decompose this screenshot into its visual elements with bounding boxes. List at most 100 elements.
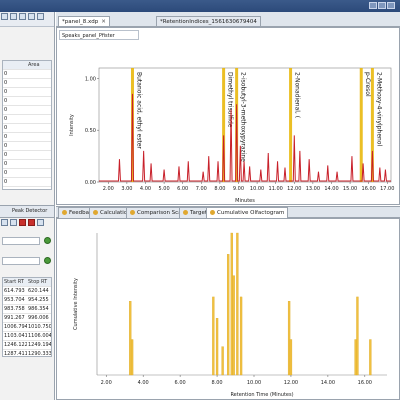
table-row[interactable]: 953.704 954.255 bbox=[3, 296, 51, 305]
table-row[interactable]: 0 bbox=[3, 142, 51, 151]
area-table: Area 0 0 0 0 0 0 0 0 0 0 0 0 0 bbox=[2, 60, 52, 190]
add-icon[interactable] bbox=[10, 219, 17, 226]
table-cell bbox=[27, 178, 51, 186]
table-cell: 0 bbox=[4, 107, 8, 113]
column-header[interactable]: Start RT bbox=[3, 278, 27, 286]
table-cell: 614.793 bbox=[4, 288, 25, 294]
table-row[interactable]: 0 bbox=[3, 160, 51, 169]
olfactogram-bar bbox=[236, 232, 239, 376]
table-cell: 0 bbox=[4, 179, 8, 185]
marker-label: Butanoic acid, ethyl ester bbox=[135, 72, 142, 149]
tool-icon[interactable] bbox=[28, 13, 35, 20]
tab-panel-file[interactable]: *panel_8.xdp ✕ bbox=[58, 16, 110, 26]
marker-label: 2-Nonadienal, ( bbox=[294, 72, 301, 118]
tab-label: Cumulative Olfactogram bbox=[217, 210, 285, 216]
table-row[interactable]: 0 bbox=[3, 133, 51, 142]
table-row[interactable]: 0 bbox=[3, 97, 51, 106]
close-icon[interactable] bbox=[387, 2, 395, 9]
edit-icon[interactable] bbox=[1, 219, 8, 226]
table-row[interactable]: 0 bbox=[3, 88, 51, 97]
chromatogram-panel: Speaks_panel_Pfister Butanoic acid, ethy… bbox=[56, 27, 400, 205]
tool-icon[interactable] bbox=[37, 13, 44, 20]
x-tick-label: 6.00 bbox=[175, 380, 186, 386]
delete-all-icon[interactable] bbox=[28, 219, 35, 226]
x-tick-label: 16.00 bbox=[362, 186, 376, 192]
x-tick-label: 6.00 bbox=[177, 186, 188, 192]
tool-icon[interactable] bbox=[19, 13, 26, 20]
table-row[interactable]: 0 bbox=[3, 151, 51, 160]
table-row[interactable]: 1006.794 1010.750 bbox=[3, 323, 51, 332]
cumulative-olfactogram-chart[interactable]: 2.00 4.00 6.00 8.00 10.00 12.00 14.00 16.00 Rete… bbox=[57, 219, 399, 399]
peak-toolbar bbox=[0, 218, 54, 230]
maximize-icon[interactable] bbox=[378, 2, 386, 9]
editor-tab-bar: *panel_8.xdp ✕ *RetentionIndices_15616306… bbox=[56, 12, 400, 27]
table-row[interactable]: 991.267 996.006 bbox=[3, 314, 51, 323]
olfactogram-panel: 2.00 4.00 6.00 8.00 10.00 12.00 14.00 16.00 Rete… bbox=[56, 218, 400, 400]
settings-icon[interactable] bbox=[37, 219, 44, 226]
table-row[interactable]: 0 bbox=[3, 106, 51, 115]
table-row[interactable]: 1246.122 1249.194 bbox=[3, 341, 51, 350]
x-tick-label: 16.00 bbox=[358, 380, 372, 386]
table-cell: 0 bbox=[4, 89, 8, 95]
x-tick-label: 4.00 bbox=[140, 186, 151, 192]
x-tick-label: 10.00 bbox=[250, 186, 264, 192]
table-row[interactable]: 983.758 986.354 bbox=[3, 305, 51, 314]
panel-title-field[interactable]: Speaks_panel_Pfister bbox=[59, 30, 139, 40]
table-cell: 996.006 bbox=[28, 315, 49, 321]
table-row[interactable]: 0 bbox=[3, 178, 51, 187]
table-row[interactable]: 1287.411 1290.333 bbox=[3, 350, 51, 356]
minimize-icon[interactable] bbox=[369, 2, 377, 9]
y-axis-label: Cumulative Intensity bbox=[73, 278, 79, 330]
view-icon bbox=[183, 210, 188, 215]
peak-table: Start RT Stop RT 614.793 620.144 953.704 95… bbox=[2, 277, 52, 357]
table-cell: 620.144 bbox=[28, 288, 49, 294]
x-tick-label: 12.00 bbox=[287, 186, 301, 192]
peak-filter-input[interactable] bbox=[2, 237, 40, 245]
x-tick-label: 13.00 bbox=[306, 186, 320, 192]
olfactogram-bar bbox=[221, 346, 224, 376]
table-header: Area bbox=[3, 61, 51, 70]
close-icon[interactable]: ✕ bbox=[101, 19, 106, 25]
tool-icon[interactable] bbox=[1, 13, 8, 20]
tool-icon[interactable] bbox=[10, 13, 17, 20]
table-row[interactable]: 0 bbox=[3, 169, 51, 178]
table-row[interactable]: 1103.041 1106.004 bbox=[3, 332, 51, 341]
column-header[interactable]: Area bbox=[27, 61, 51, 69]
peak-value-input[interactable] bbox=[2, 257, 40, 265]
column-header[interactable]: Stop RT bbox=[27, 278, 51, 286]
chromatogram-chart[interactable]: Butanoic acid, ethyl ester Dimethyl trisu… bbox=[59, 60, 399, 206]
x-tick-label: 10.00 bbox=[247, 380, 261, 386]
table-cell bbox=[27, 79, 51, 87]
table-cell: 1006.794 bbox=[4, 324, 27, 330]
table-cell: 0 bbox=[4, 152, 8, 158]
table-cell: 0 bbox=[4, 98, 8, 104]
olfactogram-bar bbox=[130, 339, 134, 376]
y-tick-label: 1.00 bbox=[85, 76, 96, 82]
apply-icon[interactable] bbox=[44, 237, 51, 244]
x-tick-label: 14.00 bbox=[324, 186, 338, 192]
table-cell: 953.704 bbox=[4, 297, 25, 303]
column-header[interactable] bbox=[3, 61, 27, 69]
table-cell bbox=[27, 115, 51, 123]
table-row[interactable]: 614.793 620.144 bbox=[3, 287, 51, 296]
peak-detector-tab[interactable]: Peak Detector bbox=[0, 205, 54, 218]
delete-icon[interactable] bbox=[19, 219, 26, 226]
tab-cumulative-olfactogram[interactable]: Cumulative Olfactogram bbox=[206, 207, 289, 218]
view-icon bbox=[130, 210, 135, 215]
table-cell: 0 bbox=[4, 161, 8, 167]
y-axis-label: Intensity bbox=[69, 114, 75, 136]
apply-icon[interactable] bbox=[44, 257, 51, 264]
table-row[interactable]: 0 bbox=[3, 79, 51, 88]
table-row[interactable]: 0 bbox=[3, 115, 51, 124]
table-cell: 1249.194 bbox=[28, 342, 51, 348]
table-row[interactable]: 0 bbox=[3, 70, 51, 79]
x-axis-label: Minutes bbox=[235, 198, 255, 204]
tab-retention-indices[interactable]: *RetentionIndices_1561630679404 bbox=[156, 16, 261, 26]
olfactogram-bar bbox=[369, 339, 372, 376]
tab-label: *RetentionIndices_1561630679404 bbox=[160, 19, 257, 25]
table-cell bbox=[27, 124, 51, 132]
table-cell: 1246.122 bbox=[4, 342, 27, 348]
y-tick-label: 0.00 bbox=[85, 180, 96, 186]
marker-label: Dimethyl trisulfide bbox=[227, 72, 234, 128]
table-row[interactable]: 0 bbox=[3, 124, 51, 133]
